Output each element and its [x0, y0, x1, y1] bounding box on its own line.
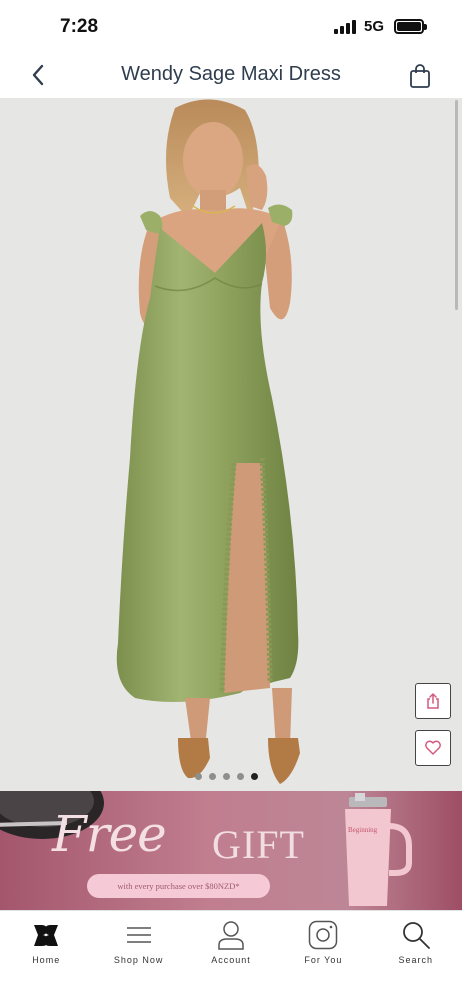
search-icon	[398, 919, 434, 951]
status-bar: 7:28 5G	[0, 0, 462, 55]
share-icon	[427, 692, 439, 709]
person-icon	[213, 919, 249, 951]
page-title: Wendy Sage Maxi Dress	[121, 63, 341, 85]
pagination-dot[interactable]	[209, 773, 216, 780]
product-image[interactable]	[0, 98, 462, 791]
menu-icon	[121, 919, 157, 951]
nav-label-for-you: For You	[304, 955, 343, 965]
pagination-dot[interactable]	[237, 773, 244, 780]
battery-icon	[394, 19, 427, 34]
network-type: 5G	[364, 18, 385, 35]
wishlist-button[interactable]	[415, 730, 451, 766]
nav-item-for-you[interactable]: For You	[277, 911, 369, 1000]
back-button[interactable]	[24, 61, 52, 89]
status-time: 7:28	[60, 16, 99, 37]
nav-label-home: Home	[32, 955, 61, 965]
brand-logo-icon	[28, 919, 64, 951]
nav-label-search: Search	[398, 955, 434, 965]
scroll-indicator[interactable]	[455, 100, 458, 310]
shopping-bag-icon	[410, 64, 430, 88]
pagination-dot[interactable]	[223, 773, 230, 780]
pagination-dot[interactable]	[195, 773, 202, 780]
nav-item-shop-now[interactable]: Shop Now	[92, 911, 184, 1000]
heart-icon	[425, 740, 441, 755]
nav-item-search[interactable]: Search	[370, 911, 462, 1000]
chevron-left-icon	[32, 64, 44, 86]
pagination-dot-active[interactable]	[251, 773, 258, 780]
nav-item-account[interactable]: Account	[185, 911, 277, 1000]
promo-banner[interactable]: Free GIFT with every purchase over $80NZ…	[0, 791, 462, 910]
tumbler-image	[345, 793, 412, 906]
promo-free-text: Free	[52, 805, 167, 863]
signal-icon	[334, 20, 356, 34]
header: Wendy Sage Maxi Dress	[0, 55, 462, 98]
share-button[interactable]	[415, 683, 451, 719]
tumbler-brand-text: Beginning	[348, 826, 378, 834]
nav-item-home[interactable]: Home	[0, 911, 92, 1000]
nav-label-shop-now: Shop Now	[113, 955, 164, 965]
promo-gift-text: GIFT	[212, 822, 305, 867]
gallery-pagination[interactable]	[195, 773, 258, 780]
bottom-nav: Home Shop Now Account For You Search	[0, 910, 462, 1000]
cart-button[interactable]	[405, 61, 435, 91]
nav-label-account: Account	[211, 955, 251, 965]
promo-subtext: with every purchase over $80NZD*	[87, 874, 270, 898]
model-photo	[116, 99, 300, 784]
instagram-icon	[305, 919, 341, 951]
